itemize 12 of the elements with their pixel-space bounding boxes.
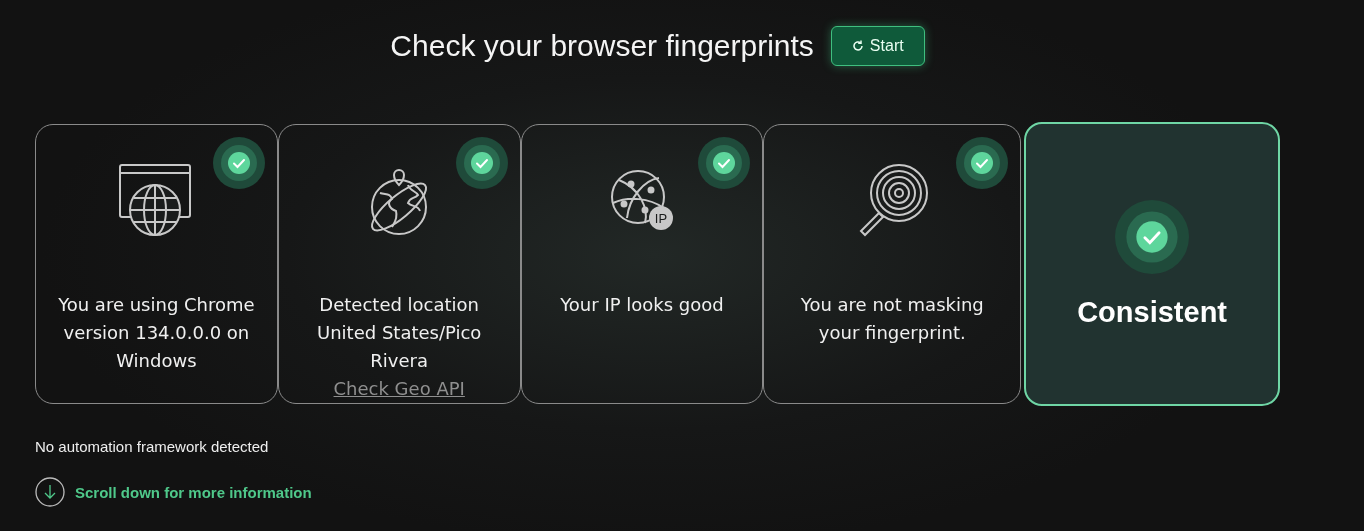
check-text: You are using Chrome version 134.0.0.0 on Windows bbox=[57, 293, 256, 373]
start-button[interactable]: Start bbox=[830, 26, 925, 66]
refresh-icon bbox=[851, 40, 864, 52]
status-text: Consistent bbox=[1077, 296, 1227, 329]
browser-globe-icon bbox=[119, 163, 194, 237]
geo-api-link[interactable]: Check Geo API bbox=[333, 375, 465, 403]
page-title: Check your browser fingerprints bbox=[390, 29, 814, 63]
scroll-hint[interactable]: Scroll down for more information bbox=[75, 483, 312, 501]
check-text: You are not masking your fingerprint. bbox=[799, 293, 985, 345]
automation-note: No automation framework detected bbox=[35, 438, 270, 455]
check-text: Your IP looks good bbox=[559, 293, 725, 317]
check-text: Detected location United States/Pico Rivera bbox=[316, 293, 483, 373]
